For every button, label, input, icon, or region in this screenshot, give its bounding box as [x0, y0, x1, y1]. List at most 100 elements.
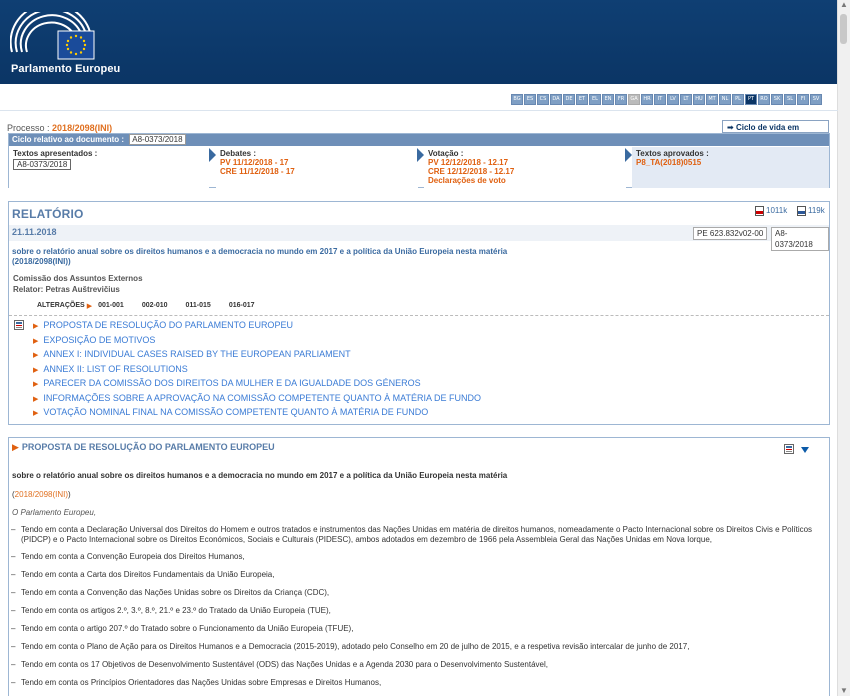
stage-title: Votação : — [428, 149, 464, 158]
language-cs[interactable]: CS — [537, 94, 549, 105]
report-subject-procedure[interactable]: (2018/2098(INI)) — [12, 257, 812, 267]
stage-link[interactable]: P8_TA(2018)0515 — [636, 158, 825, 167]
arrow-right-icon — [417, 148, 424, 162]
language-fr[interactable]: FR — [615, 94, 627, 105]
triangle-right-icon: ▶ — [12, 442, 19, 452]
triangle-right-icon: ▶ — [33, 410, 39, 417]
language-ro[interactable]: RO — [758, 94, 770, 105]
language-hu[interactable]: HU — [693, 94, 705, 105]
arrow-right-icon — [625, 148, 632, 162]
language-de[interactable]: DE — [563, 94, 575, 105]
section-tools — [784, 444, 810, 457]
language-el[interactable]: EL — [589, 94, 601, 105]
pdf-size: 1011k — [766, 206, 788, 216]
stage-texts-presented: Textos apresentados : A8-0373/2018 — [9, 147, 209, 188]
language-et[interactable]: ET — [576, 94, 588, 105]
language-lv[interactable]: LV — [667, 94, 679, 105]
language-selector: BG ES CS DA DE ET EL EN FR GA HR IT LV LT HU MT NL PL PT RO… — [511, 94, 822, 105]
triangle-right-icon: ▶ — [33, 395, 39, 403]
toc-item-label[interactable]: EXPOSIÇÃO DE MOTIVOS — [43, 335, 155, 345]
toc-item[interactable]: ▶ EXPOSIÇÃO DE MOTIVOS — [33, 335, 481, 350]
caret-down-icon[interactable] — [800, 446, 810, 454]
citation-paragraph: – Tendo em conta o artigo 207.º do Tratad… — [11, 624, 823, 634]
stage-adopted-texts: Textos aprovados : P8_TA(2018)0515 — [632, 147, 829, 188]
toc-item-label[interactable]: INFORMAÇÕES SOBRE A APROVAÇÃO NA COMISSÃ… — [43, 393, 481, 403]
session-lifecycle-button[interactable]: ➡ Ciclo de vida em sessão — [722, 120, 829, 145]
dash: – — [11, 624, 16, 633]
language-ga[interactable]: GA — [628, 94, 640, 105]
language-lt[interactable]: LT — [680, 94, 692, 105]
toc-item[interactable]: ▶ PARECER DA COMISSÃO DOS DIREITOS DA MUL… — [33, 378, 481, 393]
amendments-label: ALTERAÇÕES — [37, 302, 85, 309]
rapporteur: Relator: Petras Auštrevičius — [13, 285, 120, 294]
stage-debates: Debates : PV 11/12/2018 - 17 CRE 11/12/2… — [216, 147, 418, 188]
language-es[interactable]: ES — [524, 94, 536, 105]
triangle-right-icon: ▶ — [33, 352, 39, 359]
toc-item-label[interactable]: PROPOSTA DE RESOLUÇÃO DO PARLAMENTO EURO… — [43, 320, 293, 330]
document-toc-icon[interactable] — [784, 444, 794, 454]
stage-vote: Votação : PV 12/12/2018 - 12.17 CRE 12/1… — [424, 147, 626, 188]
language-bg[interactable]: BG — [511, 94, 523, 105]
procedure-value[interactable]: 2018/2098(INI) — [52, 123, 112, 133]
amendments-row: ALTERAÇÕES ▶ 001-001 002-010 011-015 016… — [37, 302, 273, 310]
toc-item[interactable]: ▶ ANNEX II: LIST OF RESOLUTIONS — [33, 364, 481, 379]
stage-title: Textos aprovados : — [636, 149, 709, 158]
language-fi[interactable]: FI — [797, 94, 809, 105]
toc-item-label[interactable]: VOTAÇÃO NOMINAL FINAL NA COMISSÃO COMPET… — [43, 407, 428, 417]
section-title: ▶ PROPOSTA DE RESOLUÇÃO DO PARLAMENTO EUR… — [12, 442, 275, 453]
resolution-subject: sobre o relatório anual sobre os direito… — [12, 471, 508, 480]
stage-link[interactable]: Declarações de voto — [428, 176, 622, 185]
parliament-logo-icon[interactable] — [10, 12, 100, 62]
language-da[interactable]: DA — [550, 94, 562, 105]
triangle-right-icon: ▶ — [33, 337, 39, 345]
citation-paragraph: – Tendo em conta a Convenção Europeia dos… — [11, 552, 823, 562]
language-sl[interactable]: SL — [784, 94, 796, 105]
language-hr[interactable]: HR — [641, 94, 653, 105]
report-ref-pe: PE 623.832v02-00 — [693, 227, 768, 240]
scroll-up-icon[interactable]: ▲ — [839, 0, 849, 10]
stage-link[interactable]: PV 11/12/2018 - 17 — [220, 158, 414, 167]
procedure-link[interactable]: 2018/2098(INI) — [15, 490, 68, 499]
amendment-link[interactable]: 016-017 — [229, 302, 255, 310]
dash: – — [11, 660, 16, 669]
vertical-scrollbar[interactable]: ▲ ▼ — [837, 0, 850, 696]
scroll-thumb[interactable] — [840, 14, 847, 44]
toc-item[interactable]: ▶ ANNEX I: INDIVIDUAL CASES RAISED BY THE… — [33, 349, 481, 364]
arrow-right-icon: ➡ — [727, 123, 734, 132]
triangle-right-icon: ▶ — [33, 366, 39, 374]
toc-item-label[interactable]: PARECER DA COMISSÃO DOS DIREITOS DA MULH… — [43, 378, 420, 388]
dash: – — [11, 606, 16, 615]
toc-item[interactable]: ▶ PROPOSTA DE RESOLUÇÃO DO PARLAMENTO EUR… — [33, 320, 481, 335]
word-file-icon — [797, 206, 806, 216]
scroll-down-icon[interactable]: ▼ — [839, 686, 849, 696]
pdf-file-icon — [755, 206, 764, 216]
cycle-header-label: Ciclo relativo ao documento : — [12, 135, 125, 144]
amendment-link[interactable]: 002-010 — [142, 302, 168, 310]
stage-link[interactable]: PV 12/12/2018 - 12.17 — [428, 158, 622, 167]
word-download-link[interactable]: 119k — [797, 206, 825, 216]
language-nl[interactable]: NL — [719, 94, 731, 105]
site-name[interactable]: Parlamento Europeu — [11, 63, 120, 75]
language-it[interactable]: IT — [654, 94, 666, 105]
document-toc-icon[interactable] — [14, 320, 24, 330]
toc-item[interactable]: ▶ VOTAÇÃO NOMINAL FINAL NA COMISSÃO COMPE… — [33, 407, 481, 422]
citation-paragraph: – Tendo em conta a Carta dos Direitos Fun… — [11, 570, 823, 580]
stage-link[interactable]: CRE 11/12/2018 - 17 — [220, 167, 414, 176]
language-mt[interactable]: MT — [706, 94, 718, 105]
dash: – — [11, 678, 16, 687]
pdf-download-link[interactable]: 1011k — [755, 206, 787, 216]
amendment-link[interactable]: 011-015 — [186, 302, 211, 310]
toc-item-label[interactable]: ANNEX II: LIST OF RESOLUTIONS — [43, 364, 187, 374]
stage-title: Textos apresentados : — [13, 149, 98, 158]
stage-link[interactable]: CRE 12/12/2018 - 12.17 — [428, 167, 622, 176]
language-pl[interactable]: PL — [732, 94, 744, 105]
toc-item[interactable]: ▶ INFORMAÇÕES SOBRE A APROVAÇÃO NA COMISS… — [33, 393, 481, 408]
language-pt[interactable]: PT — [745, 94, 757, 105]
amendment-link[interactable]: 001-001 — [98, 302, 124, 310]
toc-item-label[interactable]: ANNEX I: INDIVIDUAL CASES RAISED BY THE … — [43, 349, 350, 359]
language-sv[interactable]: SV — [810, 94, 822, 105]
language-sk[interactable]: SK — [771, 94, 783, 105]
dash: – — [11, 570, 16, 579]
language-en[interactable]: EN — [602, 94, 614, 105]
stage-link[interactable]: A8-0373/2018 — [13, 159, 72, 170]
